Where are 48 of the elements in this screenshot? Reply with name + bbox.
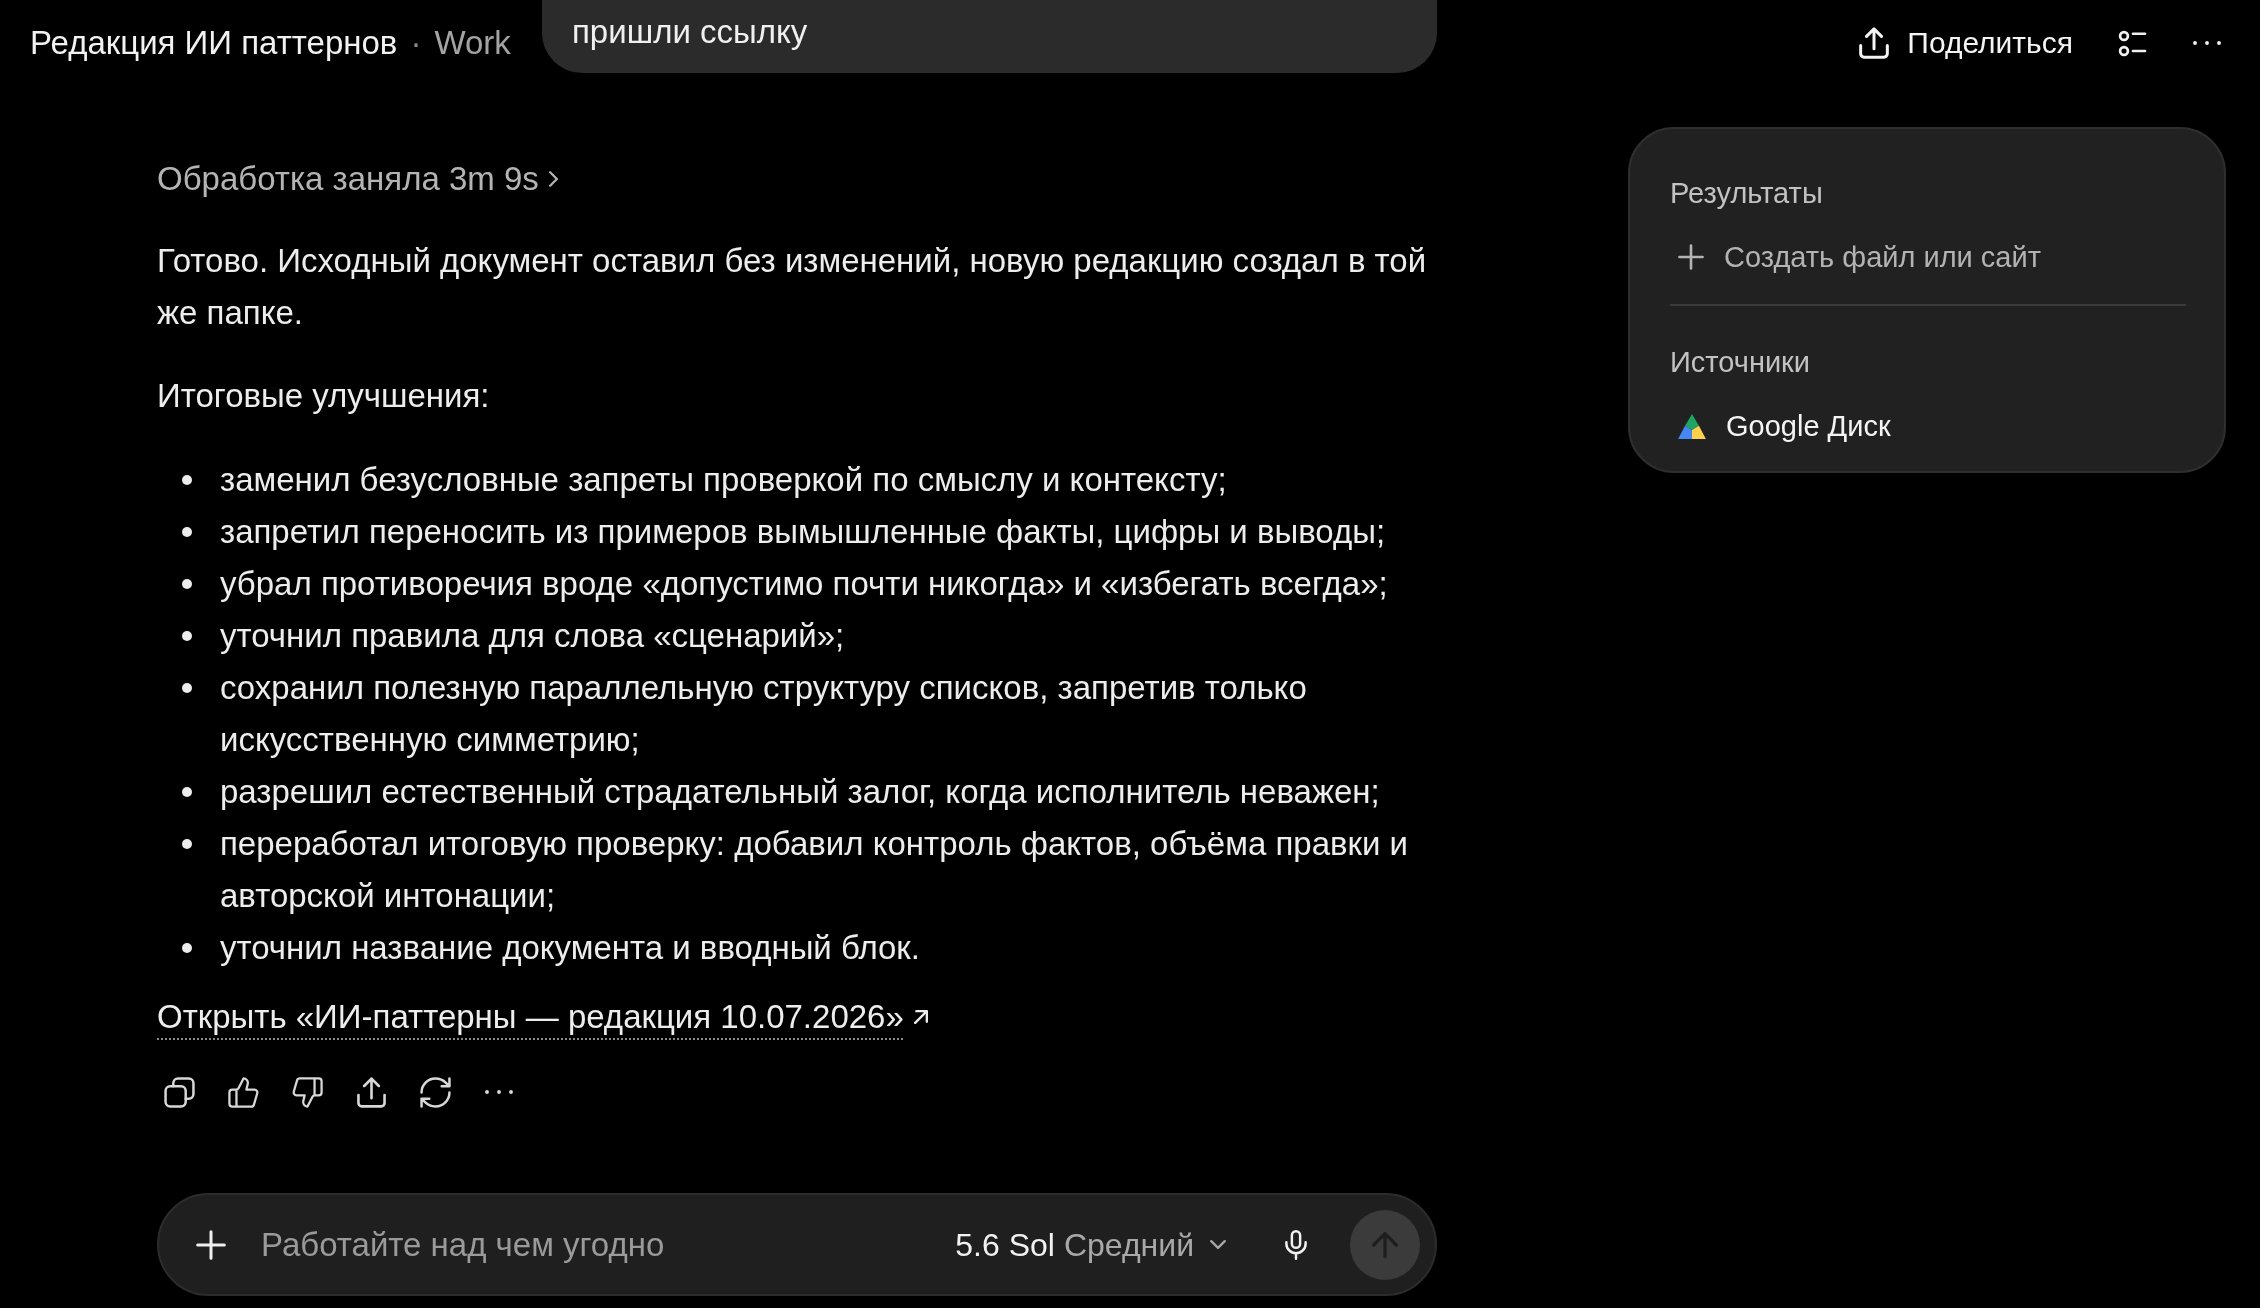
thumbs-down-icon — [291, 1076, 323, 1108]
list-item-text: заменил безусловные запреты проверкой по смыслу и контексту; — [220, 460, 1228, 500]
thinking-toggle[interactable]: Обработка заняла 3m 9s — [157, 157, 558, 201]
copy-icon — [163, 1076, 195, 1108]
bullet-icon — [182, 631, 192, 641]
bullet-icon — [182, 527, 192, 537]
list-item-text: запретил переносить из примеров вымышленные факты, цифры и выводы; — [220, 512, 1387, 552]
share-icon — [355, 1076, 387, 1108]
section-title: Источники — [1670, 345, 1810, 380]
bullet-icon — [182, 839, 192, 849]
chat-title[interactable]: Редакция ИИ паттернов — [30, 23, 398, 63]
list-item-text: переработал итоговую проверку: добавил контроль фактов, объёма правки и авторской интонации; — [220, 824, 1409, 916]
refresh-icon — [419, 1076, 451, 1108]
source-item[interactable]: Google Диск — [1670, 404, 1891, 448]
more-icon — [484, 1089, 514, 1095]
bullet-icon — [182, 787, 192, 797]
bullet-icon — [182, 579, 192, 589]
chevron-right-icon — [548, 171, 558, 187]
title-separator: · — [410, 23, 422, 63]
list-item-text: уточнил правила для слова «сценарий»; — [220, 616, 846, 656]
share-button[interactable]: Поделиться — [1855, 21, 2077, 65]
message-input[interactable]: Работайте над чем угодно — [261, 1222, 956, 1267]
document-link[interactable]: Открыть «ИИ-паттерны — редакция 10.07.2026» — [157, 991, 928, 1043]
list-icon — [2118, 29, 2148, 57]
paragraph: Готово. Исходный документ оставил без изменений, новую редакцию создал в той же папке. — [157, 241, 1428, 333]
bullet-icon — [182, 683, 192, 693]
list-item-text: уточнил название документа и вводный блок. — [220, 928, 921, 968]
bullet-icon — [182, 943, 192, 953]
user-message: пришли ссылку — [542, 0, 1437, 73]
microphone-icon — [1285, 1228, 1307, 1261]
thumbs-up-icon — [227, 1076, 259, 1108]
section-title: Результаты — [1670, 176, 1823, 211]
arrow-up-icon — [1372, 1231, 1398, 1258]
model-selector[interactable]: 5.6 Sol Средний — [955, 1222, 1226, 1267]
share-icon — [1859, 27, 1890, 59]
list-item-text: сохранил полезную параллельную структуру списков, запретив только искусственную симметрию; — [220, 668, 1308, 760]
plus-icon — [196, 1229, 226, 1260]
more-icon — [2192, 40, 2222, 46]
list-item-text: разрешил естественный страдательный залог, когда исполнитель неважен; — [220, 772, 1381, 812]
chevron-down-icon — [1210, 1240, 1226, 1249]
drive-icon — [1678, 413, 1706, 439]
plus-icon — [1678, 244, 1704, 270]
project-name[interactable]: Work — [434, 23, 511, 63]
paragraph: Итоговые улучшения: — [157, 376, 491, 416]
list-item-text: убрал противоречия вроде «допустимо почти никогда» и «избегать всегда»; — [220, 564, 1389, 604]
bullet-icon — [182, 475, 192, 485]
arrow-up-right-icon — [913, 1010, 928, 1024]
create-file-button[interactable]: Создать файл или сайт — [1670, 235, 2041, 279]
